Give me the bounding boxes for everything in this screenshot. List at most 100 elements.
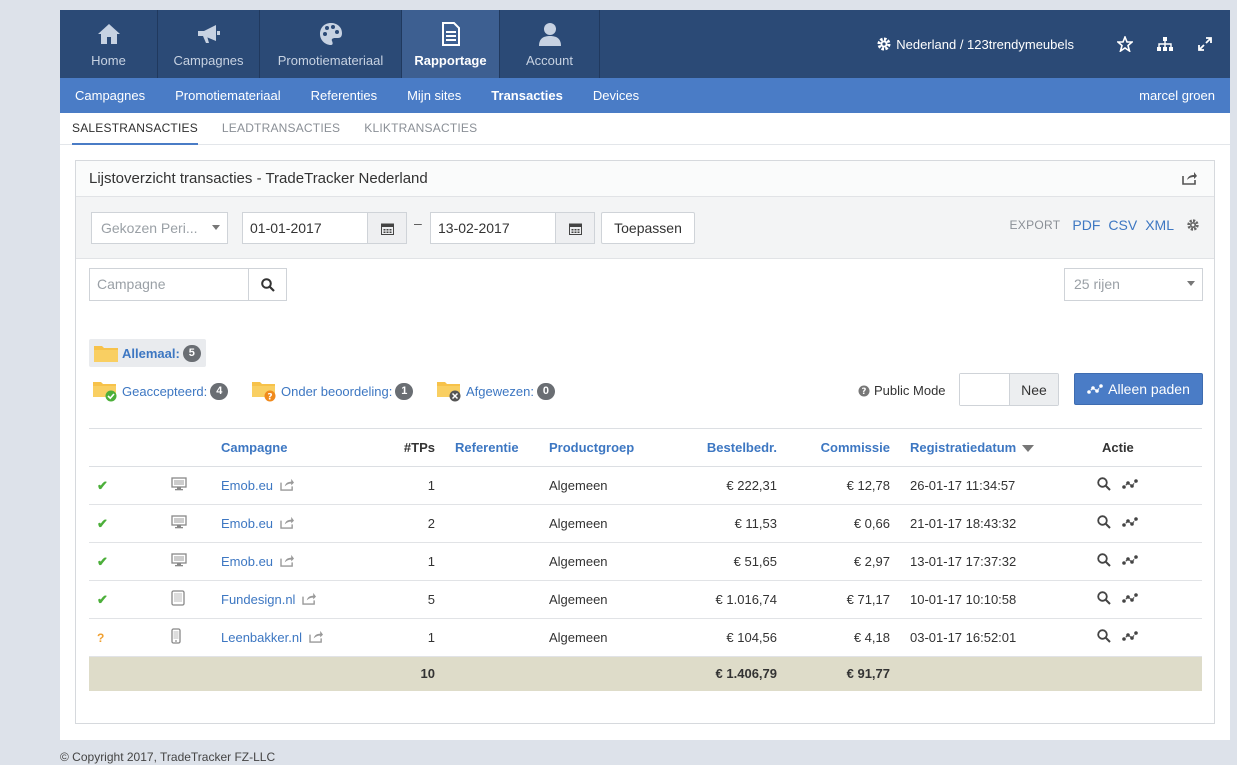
- rows-value: 25 rijen: [1074, 276, 1120, 292]
- col-bestelbedr[interactable]: Bestelbedr.: [655, 428, 781, 467]
- home-icon: [96, 21, 122, 47]
- settings-gear-icon[interactable]: [1186, 218, 1200, 232]
- campaign-link[interactable]: Emob.eu: [221, 516, 273, 531]
- date-from-field[interactable]: 01-01-2017: [242, 212, 407, 244]
- filter-bar: Gekozen Peri... 01-01-2017 – 13-02-2017 …: [76, 197, 1214, 259]
- toggle-value[interactable]: Nee: [1008, 374, 1058, 405]
- location-selector[interactable]: Nederland / 123trendymeubels: [876, 36, 1074, 52]
- folder-accepted-label: Geaccepteerd:: [122, 383, 208, 399]
- subnav-promotiemateriaal[interactable]: Promotiemateriaal: [175, 88, 281, 103]
- nav-home[interactable]: Home: [60, 10, 158, 78]
- public-mode-toggle[interactable]: Nee: [959, 373, 1059, 406]
- sort-desc-icon: [1022, 445, 1035, 453]
- status-icon: ?: [97, 631, 105, 645]
- paths-only-label: Alleen paden: [1108, 381, 1190, 397]
- nav-campagnes[interactable]: Campagnes: [158, 10, 260, 78]
- folder-all[interactable]: Allemaal: 5: [89, 339, 206, 367]
- productgroep-cell: Algemeen: [545, 618, 655, 657]
- nav-promotiemateriaal[interactable]: Promotiemateriaal: [260, 10, 402, 78]
- star-icon[interactable]: [1114, 33, 1136, 55]
- subnav-devices[interactable]: Devices: [593, 88, 639, 103]
- subnav-campagnes[interactable]: Campagnes: [75, 88, 145, 103]
- nav-account[interactable]: Account: [500, 10, 600, 78]
- view-icon[interactable]: [1097, 591, 1111, 608]
- folder-accepted[interactable]: Geaccepteerd: 4: [92, 380, 229, 402]
- rows-select[interactable]: 25 rijen: [1064, 268, 1203, 301]
- date-cell: 03-01-17 16:52:01: [894, 618, 1062, 657]
- commission-cell: € 4,18: [781, 618, 894, 657]
- campaign-link[interactable]: Emob.eu: [221, 554, 273, 569]
- nav-home-label: Home: [91, 52, 126, 68]
- col-tps: #TPs: [389, 428, 439, 467]
- nav-promotiemateriaal-label: Promotiemateriaal: [277, 52, 384, 68]
- toggle-off-segment[interactable]: [960, 374, 1009, 405]
- campaign-link[interactable]: Fundesign.nl: [221, 592, 295, 607]
- calendar-icon[interactable]: [367, 213, 406, 243]
- table-row: ✔ Emob.eu 1 Algemeen € 51,65 € 2,97 13-01-17 1…: [89, 542, 1202, 581]
- tps-cell: 1: [389, 466, 439, 505]
- tab-leadtransacties[interactable]: LEADTRANSACTIES: [222, 113, 340, 145]
- campaign-search: Campagne: [89, 268, 287, 301]
- col-productgroep[interactable]: Productgroep: [545, 428, 655, 467]
- folder-all-count: 5: [182, 344, 201, 362]
- period-value: Gekozen Peri...: [101, 220, 198, 236]
- sitemap-icon[interactable]: [1154, 33, 1176, 55]
- sub-navigation: Campagnes Promotiemateriaal Referenties …: [60, 78, 1230, 113]
- subnav-transacties[interactable]: Transacties: [491, 88, 563, 103]
- export-pdf-link[interactable]: PDF: [1072, 217, 1100, 233]
- col-referentie[interactable]: Referentie: [439, 428, 545, 467]
- path-icon[interactable]: [1122, 592, 1138, 607]
- campaign-link[interactable]: Leenbakker.nl: [221, 630, 302, 645]
- external-link-icon[interactable]: [302, 630, 324, 645]
- path-icon[interactable]: [1122, 554, 1138, 569]
- date-cell: 21-01-17 18:43:32: [894, 504, 1062, 543]
- search-icon[interactable]: [248, 269, 286, 300]
- megaphone-icon: [196, 21, 222, 47]
- tps-cell: 1: [389, 542, 439, 581]
- desktop-icon: [171, 515, 187, 532]
- svg-text:?: ?: [862, 387, 867, 397]
- export-csv-link[interactable]: CSV: [1108, 217, 1137, 233]
- apply-button[interactable]: Toepassen: [601, 212, 695, 244]
- external-link-icon[interactable]: [273, 554, 295, 569]
- col-campagne[interactable]: Campagne: [217, 428, 389, 467]
- folder-pending[interactable]: ? Onder beoordeling: 1: [251, 380, 414, 402]
- external-link-icon[interactable]: [295, 592, 317, 607]
- path-icon[interactable]: [1122, 630, 1138, 645]
- export-xml-link[interactable]: XML: [1145, 217, 1174, 233]
- share-icon[interactable]: [1182, 171, 1198, 189]
- date-cell: 10-01-17 10:10:58: [894, 580, 1062, 619]
- date-cell: 13-01-17 17:37:32: [894, 542, 1062, 581]
- folder-rejected[interactable]: Afgewezen: 0: [436, 380, 555, 402]
- period-select[interactable]: Gekozen Peri...: [91, 212, 228, 244]
- calendar-icon[interactable]: [555, 213, 594, 243]
- search-input[interactable]: Campagne: [90, 269, 248, 300]
- col-commissie[interactable]: Commissie: [781, 428, 894, 467]
- table-row: ✔ Fundesign.nl 5 Algemeen € 1.016,74 € 71,17 1…: [89, 580, 1202, 619]
- col-registratiedatum[interactable]: Registratiedatum: [894, 428, 1062, 467]
- date-to-field[interactable]: 13-02-2017: [430, 212, 595, 244]
- view-icon[interactable]: [1097, 629, 1111, 646]
- external-link-icon[interactable]: [273, 478, 295, 493]
- user-name[interactable]: marcel groen: [1139, 88, 1215, 103]
- tab-kliktransacties[interactable]: KLIKTRANSACTIES: [364, 113, 477, 145]
- view-icon[interactable]: [1097, 553, 1111, 570]
- paths-only-button[interactable]: Alleen paden: [1074, 373, 1203, 405]
- campaign-link[interactable]: Emob.eu: [221, 478, 273, 493]
- col-registratiedatum-label: Registratiedatum: [910, 440, 1017, 455]
- total-commission: € 91,77: [781, 656, 894, 691]
- gear-icon: [877, 37, 891, 51]
- export-label: EXPORT: [1009, 218, 1061, 232]
- subnav-mijn-sites[interactable]: Mijn sites: [407, 88, 461, 103]
- path-icon[interactable]: [1122, 478, 1138, 493]
- nav-rapportage[interactable]: Rapportage: [402, 10, 500, 78]
- path-icon[interactable]: [1122, 516, 1138, 531]
- view-icon[interactable]: [1097, 477, 1111, 494]
- expand-icon[interactable]: [1194, 33, 1216, 55]
- referentie-cell: [439, 504, 545, 543]
- external-link-icon[interactable]: [273, 516, 295, 531]
- help-icon[interactable]: ?: [858, 385, 870, 397]
- view-icon[interactable]: [1097, 515, 1111, 532]
- subnav-referenties[interactable]: Referenties: [311, 88, 377, 103]
- tab-salestransacties[interactable]: SALESTRANSACTIES: [72, 113, 198, 145]
